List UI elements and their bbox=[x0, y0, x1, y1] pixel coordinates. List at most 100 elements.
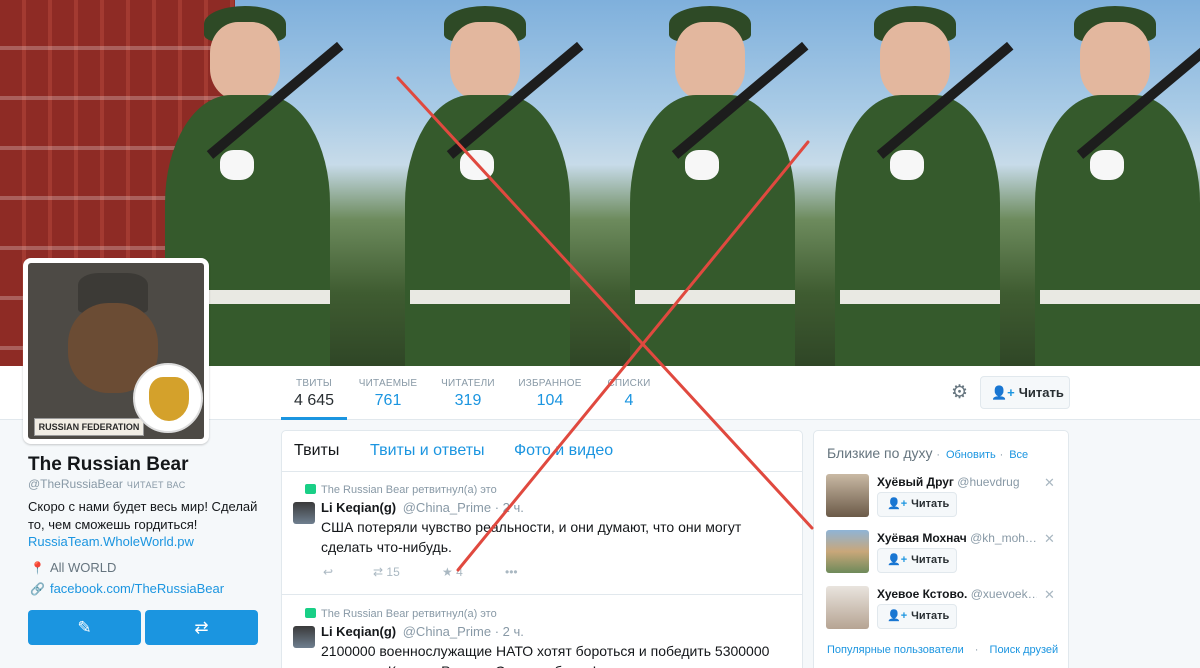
close-icon[interactable]: ✕ bbox=[1044, 475, 1055, 491]
refresh-link[interactable]: Обновить bbox=[946, 449, 996, 461]
coat-of-arms-icon bbox=[133, 363, 203, 433]
find-friends-link[interactable]: Поиск друзей bbox=[990, 644, 1059, 656]
soldier-figure bbox=[615, 0, 809, 366]
tweet-text: США потеряли чувство реальности, и они д… bbox=[321, 519, 742, 555]
add-user-icon: 👤+ bbox=[887, 498, 908, 510]
user-handle: @kh_moh… bbox=[970, 531, 1037, 545]
follow-button[interactable]: 👤+ Читать bbox=[980, 376, 1070, 409]
bio-link[interactable]: RussiaTeam.WholeWorld.pw bbox=[28, 534, 194, 549]
favorite-count: 4 bbox=[456, 565, 463, 579]
follow-label: Читать bbox=[911, 498, 950, 510]
retweet-context-text[interactable]: The Russian Bear ретвитнул(а) это bbox=[321, 484, 497, 496]
profile-bio: Скоро с нами будет весь мир! Сделай то, … bbox=[28, 499, 258, 532]
handle-text[interactable]: @TheRussiaBear bbox=[28, 477, 123, 491]
soldier-figure bbox=[820, 0, 1014, 366]
message-button[interactable]: ⇄ bbox=[145, 610, 258, 645]
retweet-icon: ⇄ bbox=[194, 618, 209, 637]
location-text: All WORLD bbox=[49, 560, 117, 575]
tweet[interactable]: The Russian Bear ретвитнул(а) это Li Keq… bbox=[282, 596, 802, 668]
profile-page: RUSSIAN FEDERATION ТВИТЫ 4 645 ЧИТАЕМЫЕ … bbox=[0, 0, 1200, 668]
stat-lists[interactable]: СПИСКИ 4 bbox=[605, 366, 653, 420]
user-handle: @xuevoek… bbox=[970, 587, 1037, 601]
more-icon[interactable]: ••• bbox=[505, 565, 518, 579]
follows-you-badge: ЧИТАЕТ ВАС bbox=[126, 480, 186, 490]
user-name-line[interactable]: Хуевое Кстово. @xuevoek… bbox=[877, 587, 1037, 601]
add-user-icon: 👤+ bbox=[887, 610, 908, 622]
suggested-user: Хуёвый Друг @huevdrug ✕ 👤+ Читать bbox=[814, 474, 1068, 524]
stat-favorites[interactable]: ИЗБРАННОЕ 104 bbox=[517, 366, 583, 420]
retweet-context-text[interactable]: The Russian Bear ретвитнул(а) это bbox=[321, 608, 497, 620]
user-name-line[interactable]: Хуёвая Мохнач @kh_moh… bbox=[877, 531, 1037, 545]
tweet-text: 2100000 военнослужащие НАТО хотят бороть… bbox=[321, 643, 770, 668]
follow-button[interactable]: 👤+ Читать bbox=[877, 492, 957, 517]
tweet-header: Li Keqian(g) @China_Prime · 2 ч. bbox=[321, 624, 524, 639]
profile-website[interactable]: 🔗 facebook.com/TheRussiaBear bbox=[30, 581, 224, 596]
soldier-figure bbox=[1020, 0, 1200, 366]
user-handle: @huevdrug bbox=[957, 475, 1020, 489]
view-all-link[interactable]: Все bbox=[1009, 449, 1028, 461]
profile-handle: @TheRussiaBear ЧИТАЕТ ВАС bbox=[28, 477, 186, 491]
user-avatar[interactable] bbox=[826, 586, 869, 629]
stat-value: 4 645 bbox=[293, 392, 335, 409]
stat-label: ЧИТАТЕЛИ bbox=[441, 378, 495, 389]
stat-followers[interactable]: ЧИТАТЕЛИ 319 bbox=[440, 366, 496, 420]
who-to-follow-footer: Популярные пользователи · Поиск друзей bbox=[827, 644, 1059, 656]
popular-users-link[interactable]: Популярные пользователи bbox=[827, 644, 964, 656]
gear-icon[interactable]: ⚙ bbox=[951, 383, 971, 403]
retweet-count: 15 bbox=[386, 565, 400, 579]
favorite-action[interactable]: ★ 4 bbox=[442, 565, 463, 579]
timeline: Твиты Твиты и ответы Фото и видео The Ru… bbox=[281, 430, 803, 668]
stat-label: ЧИТАЕМЫЕ bbox=[358, 378, 418, 389]
tweet-header: Li Keqian(g) @China_Prime · 2 ч. bbox=[321, 500, 524, 515]
tweet-time[interactable]: · 2 ч. bbox=[495, 624, 524, 639]
retweet-icon bbox=[305, 484, 316, 494]
tweet-author[interactable]: Li Keqian(g) bbox=[321, 500, 396, 515]
add-user-icon: 👤+ bbox=[991, 385, 1015, 400]
close-icon[interactable]: ✕ bbox=[1044, 531, 1055, 547]
website-text[interactable]: facebook.com/TheRussiaBear bbox=[50, 581, 224, 596]
user-avatar[interactable] bbox=[826, 474, 869, 517]
tweet-avatar[interactable] bbox=[293, 502, 315, 524]
user-name: Хуёвая Мохнач bbox=[877, 531, 967, 545]
stat-value: 319 bbox=[454, 392, 482, 409]
tweet-to-button[interactable]: ✎ bbox=[28, 610, 141, 645]
profile-location: 📍 All WORLD bbox=[30, 560, 116, 575]
link-icon: 🔗 bbox=[30, 582, 45, 596]
stat-following[interactable]: ЧИТАЕМЫЕ 761 bbox=[358, 366, 418, 420]
retweet-context: The Russian Bear ретвитнул(а) это bbox=[305, 608, 497, 620]
user-name: Хуевое Кстово. bbox=[877, 587, 968, 601]
follow-label: Читать bbox=[911, 610, 950, 622]
close-icon[interactable]: ✕ bbox=[1044, 587, 1055, 603]
profile-avatar[interactable]: RUSSIAN FEDERATION bbox=[23, 258, 209, 444]
location-pin-icon: 📍 bbox=[30, 561, 45, 575]
retweet-context: The Russian Bear ретвитнул(а) это bbox=[305, 484, 497, 496]
tweet-handle[interactable]: @China_Prime bbox=[403, 624, 491, 639]
stat-tweets[interactable]: ТВИТЫ 4 645 bbox=[281, 366, 347, 420]
tab-media[interactable]: Фото и видео bbox=[514, 442, 613, 460]
tweet[interactable]: The Russian Bear ретвитнул(а) это Li Keq… bbox=[282, 472, 802, 595]
timeline-tabs: Твиты Твиты и ответы Фото и видео bbox=[282, 431, 802, 472]
tab-tweets[interactable]: Твиты bbox=[294, 442, 339, 460]
tweet-author[interactable]: Li Keqian(g) bbox=[321, 624, 396, 639]
follow-label: Читать bbox=[1018, 385, 1064, 400]
follow-button[interactable]: 👤+ Читать bbox=[877, 548, 957, 573]
follow-button[interactable]: 👤+ Читать bbox=[877, 604, 957, 629]
retweet-action[interactable]: ⇄ 15 bbox=[373, 565, 400, 579]
stat-label: ТВИТЫ bbox=[296, 378, 332, 389]
suggested-user: Хуёвая Мохнач @kh_moh… ✕ 👤+ Читать bbox=[814, 530, 1068, 580]
user-avatar[interactable] bbox=[826, 530, 869, 573]
tweet-avatar[interactable] bbox=[293, 626, 315, 648]
soldier-figure bbox=[390, 0, 584, 366]
user-name-line[interactable]: Хуёвый Друг @huevdrug bbox=[877, 475, 1037, 489]
reply-icon[interactable]: ↩ bbox=[323, 565, 333, 579]
suggested-user: Хуевое Кстово. @xuevoek… ✕ 👤+ Читать bbox=[814, 586, 1068, 636]
tab-tweets-replies[interactable]: Твиты и ответы bbox=[370, 442, 485, 460]
tweet-time[interactable]: · 2 ч. bbox=[495, 500, 524, 515]
user-name: Хуёвый Друг bbox=[877, 475, 954, 489]
tweet-handle[interactable]: @China_Prime bbox=[403, 500, 491, 515]
retweet-icon: ⇄ bbox=[373, 565, 384, 579]
who-to-follow: Близкие по духу · Обновить · Все Хуёвый … bbox=[813, 430, 1069, 668]
profile-name: The Russian Bear bbox=[28, 454, 189, 475]
add-user-icon: 👤+ bbox=[887, 554, 908, 566]
stat-label: СПИСКИ bbox=[607, 378, 651, 389]
